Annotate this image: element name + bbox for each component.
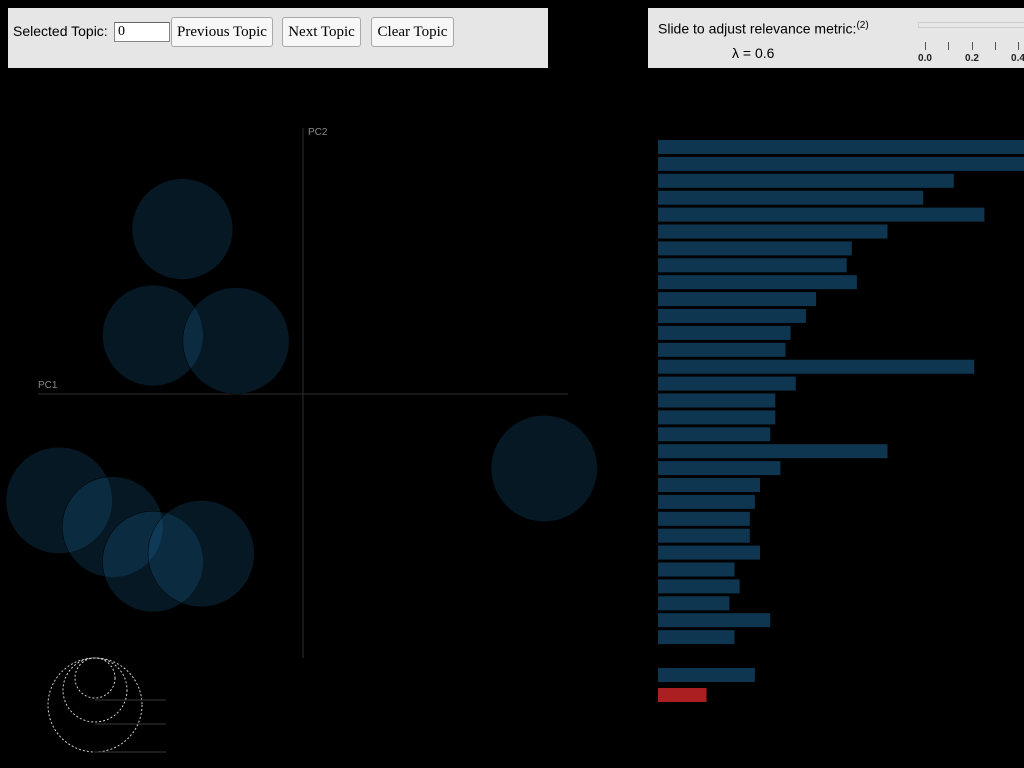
- lambda-slider[interactable]: [918, 22, 1024, 28]
- topic-circle-1[interactable]: [131, 178, 234, 280]
- slider-tick: [925, 42, 926, 50]
- topic-circle-8[interactable]: [147, 500, 255, 608]
- term-bar[interactable]: [658, 511, 750, 526]
- term-bar[interactable]: [658, 461, 781, 476]
- term-bar[interactable]: [658, 596, 730, 611]
- term-bar[interactable]: [658, 325, 791, 340]
- lambda-value: λ = 0.6: [732, 45, 775, 61]
- term-bar[interactable]: [658, 224, 888, 239]
- term-bar[interactable]: [658, 292, 817, 307]
- term-bar[interactable]: [658, 309, 806, 323]
- term-bar[interactable]: [658, 613, 771, 628]
- term-bar[interactable]: [658, 562, 735, 577]
- term-bar[interactable]: [658, 376, 796, 391]
- pc2-label: PC2: [308, 127, 328, 138]
- term-bar[interactable]: [658, 528, 750, 543]
- term-bar[interactable]: [658, 275, 857, 290]
- marginal-topic-size-legend: [47, 657, 166, 753]
- term-bar[interactable]: [658, 668, 755, 682]
- selected-topic-input[interactable]: [114, 22, 170, 42]
- topic-circle-3[interactable]: [182, 287, 290, 395]
- slider-tick-label: 0.4: [1011, 53, 1024, 64]
- relevance-title-text: Slide to adjust relevance metric:: [658, 20, 857, 37]
- selected-topic-label: Selected Topic:: [13, 23, 108, 39]
- term-bar[interactable]: [658, 342, 786, 357]
- slider-tick-label: 0.0: [918, 53, 932, 64]
- term-bar[interactable]: [658, 190, 924, 205]
- relevance-slider-panel: Slide to adjust relevance metric:(2) λ =…: [648, 8, 1024, 68]
- term-bar[interactable]: [658, 444, 888, 459]
- term-bar[interactable]: [658, 478, 760, 492]
- previous-topic-button[interactable]: Previous Topic: [171, 17, 273, 47]
- term-bar[interactable]: [658, 258, 847, 273]
- term-bars: [658, 140, 1024, 702]
- term-bar[interactable]: [658, 630, 735, 645]
- term-bar[interactable]: [658, 545, 760, 560]
- next-topic-button[interactable]: Next Topic: [282, 17, 361, 47]
- size-legend-ring-large: [47, 657, 143, 753]
- relevance-slider-title: Slide to adjust relevance metric:(2): [658, 20, 869, 37]
- slider-tick: [972, 42, 973, 50]
- size-legend-ring-small: [74, 657, 116, 699]
- term-bar[interactable]: [658, 393, 776, 408]
- term-bar[interactable]: [658, 359, 975, 374]
- topic-circle-4[interactable]: [490, 415, 598, 522]
- pc1-label: PC1: [38, 380, 58, 391]
- term-bar[interactable]: [658, 241, 852, 256]
- term-bar[interactable]: [658, 427, 771, 442]
- term-bar[interactable]: [658, 207, 985, 222]
- term-bar[interactable]: [658, 140, 1024, 154]
- term-bar[interactable]: [658, 156, 1024, 171]
- slider-tick-label: 0.2: [965, 53, 979, 64]
- lda-vis-app: Selected Topic: Previous Topic Next Topi…: [0, 0, 1024, 768]
- intertopic-distance-map: PC1 PC2: [5, 127, 598, 753]
- term-bar[interactable]: [658, 494, 755, 509]
- slider-tick: [948, 42, 949, 50]
- footnote-marker: (2): [856, 20, 869, 31]
- clear-topic-button[interactable]: Clear Topic: [371, 17, 454, 47]
- topic-control-panel: Selected Topic: Previous Topic Next Topi…: [8, 8, 548, 68]
- slider-tick: [995, 42, 996, 50]
- term-bar[interactable]: [658, 579, 740, 594]
- term-bar-estimated-frequency[interactable]: [658, 688, 707, 702]
- slider-tick: [1018, 42, 1019, 50]
- size-legend-ring-medium: [62, 657, 128, 723]
- term-bar[interactable]: [658, 173, 954, 188]
- term-bar[interactable]: [658, 410, 776, 425]
- topic-circles: [5, 178, 598, 613]
- top-terms-bar-chart: [658, 140, 1024, 702]
